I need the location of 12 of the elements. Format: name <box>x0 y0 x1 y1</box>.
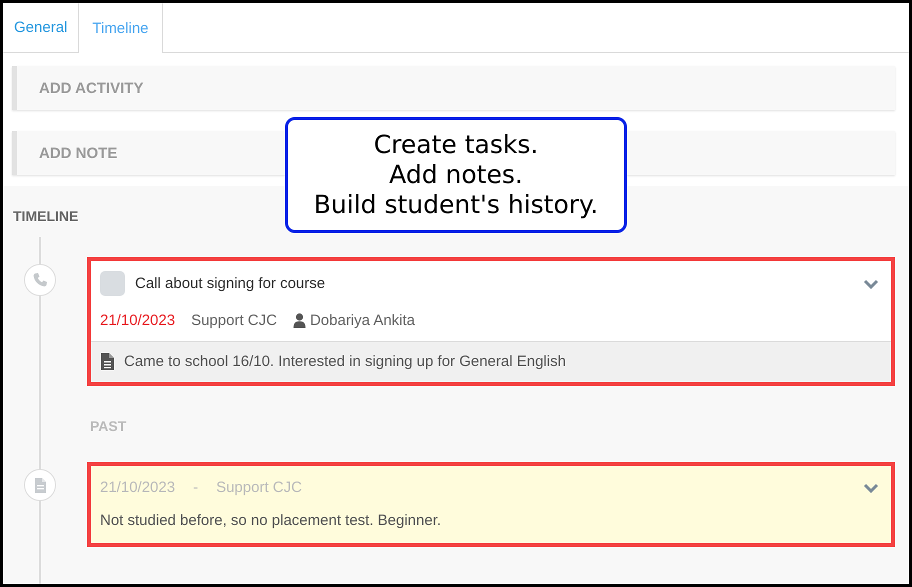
note-date: 21/10/2023 <box>100 479 176 496</box>
owner-label: Support CJC <box>191 312 277 329</box>
separator: - <box>193 479 198 496</box>
callout-tooltip: Create tasks. Add notes. Build student's history. <box>285 117 627 233</box>
owner-label: Support CJC <box>216 479 302 496</box>
note-text: Not studied before, so no placement test. Beginner. <box>99 511 442 531</box>
assignee-name: Dobariya Ankita <box>310 312 416 329</box>
due-date: 21/10/2023 <box>100 312 176 329</box>
section-heading: TIMELINE <box>13 208 78 224</box>
task-note: Came to school 16/10. Interested in signing up for General English <box>124 353 566 370</box>
section-label: PAST <box>90 418 128 434</box>
task-title: Call about signing for course <box>135 275 326 292</box>
